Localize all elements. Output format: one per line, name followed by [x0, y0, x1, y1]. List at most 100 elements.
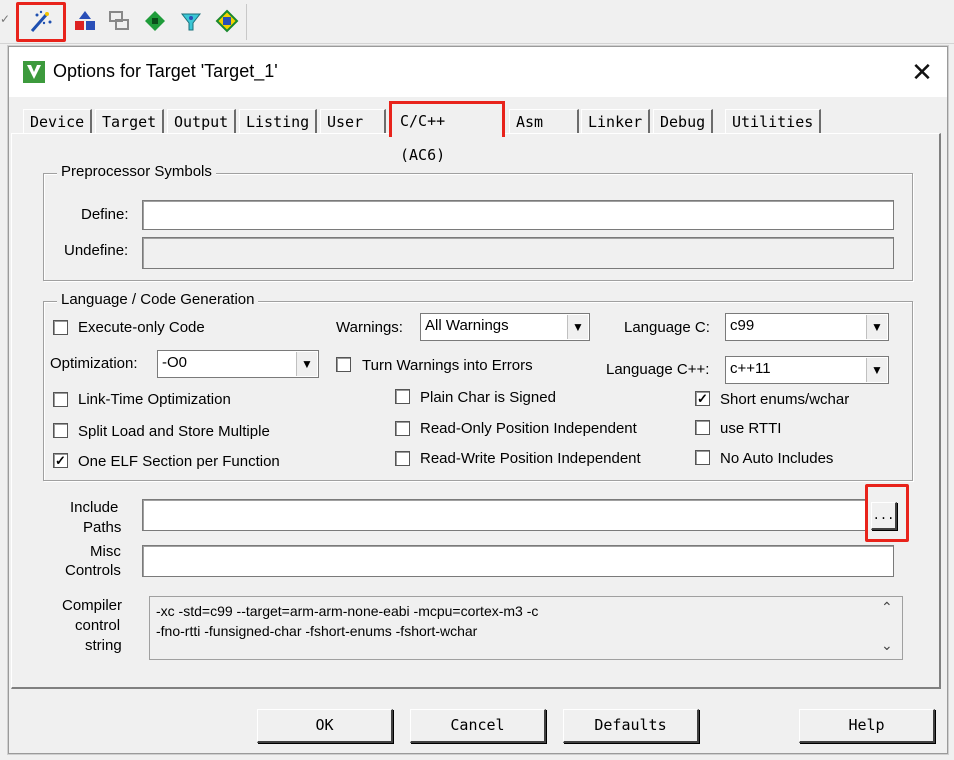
copy-button[interactable]: [104, 6, 134, 36]
chevron-down-icon: ▼: [866, 358, 887, 382]
options-for-target-button[interactable]: [16, 2, 66, 42]
toolbar-separator: [246, 4, 247, 40]
execute-only-checkbox[interactable]: [53, 320, 68, 335]
magic-wand-icon: [30, 10, 52, 32]
include-paths-label-2: Paths: [83, 519, 122, 536]
optimization-value: -O0: [162, 354, 188, 371]
compiler-label-3: string: [85, 637, 122, 654]
tab-linker[interactable]: Linker: [581, 109, 651, 133]
preprocessor-legend: Preprocessor Symbols: [57, 163, 216, 180]
misc-controls-input[interactable]: [142, 545, 894, 577]
title-bar: Options for Target 'Target_1' ✕: [9, 47, 947, 97]
rw-pi-label: Read-Write Position Independent: [420, 450, 641, 467]
ro-pi-label: Read-Only Position Independent: [420, 420, 637, 437]
scroll-up-icon[interactable]: ⌃: [881, 599, 893, 616]
tab-output[interactable]: Output: [167, 109, 237, 133]
tab-target[interactable]: Target: [95, 109, 165, 133]
load-button[interactable]: [70, 6, 100, 36]
short-enums-label: Short enums/wchar: [720, 391, 850, 408]
close-icon: ✕: [911, 57, 933, 87]
language-c-label: Language C:: [624, 319, 710, 336]
warnings-value: All Warnings: [425, 317, 509, 334]
split-load-checkbox[interactable]: [53, 423, 68, 438]
tab-listing[interactable]: Listing: [239, 109, 318, 133]
cancel-button[interactable]: Cancel: [410, 709, 546, 743]
defaults-button[interactable]: Defaults: [563, 709, 699, 743]
compiler-control-string: -xc -std=c99 --target=arm-arm-none-eabi …: [149, 596, 903, 660]
warnings-select[interactable]: All Warnings ▼: [420, 313, 590, 341]
chevron-down-icon: ▼: [567, 315, 588, 339]
compiler-scrollbar[interactable]: ⌃ ⌄: [877, 597, 901, 659]
help-label: Help: [848, 716, 885, 734]
compiler-line-2: -fno-rtti -funsigned-char -fshort-enums …: [156, 623, 478, 639]
warnings-label: Warnings:: [336, 319, 403, 336]
select-software-packs-icon: [180, 13, 202, 31]
language-cpp-select[interactable]: c++11 ▼: [725, 356, 889, 384]
select-software-packs-button[interactable]: [176, 6, 206, 36]
split-load-label: Split Load and Store Multiple: [78, 423, 270, 440]
language-c-select[interactable]: c99 ▼: [725, 313, 889, 341]
copy-icon: [109, 11, 129, 30]
compiler-label-1: Compiler: [62, 597, 123, 614]
pack-installer-button[interactable]: [212, 6, 242, 36]
undefine-label: Undefine:: [64, 242, 129, 259]
define-input[interactable]: [142, 200, 894, 230]
ro-pi-checkbox[interactable]: [395, 421, 410, 436]
toolbar-check-icon: ✓: [0, 12, 11, 26]
browse-include-paths-button[interactable]: ...: [871, 502, 897, 530]
execute-only-label: Execute-only Code: [78, 319, 205, 336]
compiler-line-1: -xc -std=c99 --target=arm-arm-none-eabi …: [156, 603, 539, 619]
no-auto-includes-checkbox[interactable]: [695, 450, 710, 465]
undefine-input[interactable]: [142, 237, 894, 269]
tab-cpp-ac6[interactable]: C/C++ (AC6): [389, 101, 505, 164]
misc-controls-label-1: Misc: [90, 543, 121, 560]
tab-utilities[interactable]: Utilities: [725, 109, 821, 133]
manage-components-button[interactable]: [140, 6, 170, 36]
one-elf-checkbox[interactable]: ✓: [53, 453, 68, 468]
manage-components-icon: [145, 11, 165, 31]
defaults-label: Defaults: [594, 716, 667, 734]
scroll-down-icon[interactable]: ⌄: [881, 637, 893, 654]
cancel-label: Cancel: [450, 716, 505, 734]
include-paths-label-1: Include: [70, 499, 119, 516]
pack-installer-icon: [215, 9, 239, 33]
use-rtti-checkbox[interactable]: [695, 420, 710, 435]
use-rtti-label: use RTTI: [720, 420, 782, 437]
link-time-checkbox[interactable]: [53, 392, 68, 407]
close-button[interactable]: ✕: [907, 57, 937, 87]
optimization-label: Optimization:: [50, 355, 138, 372]
language-cpp-label: Language C++:: [606, 361, 710, 378]
chevron-down-icon: ▼: [866, 315, 887, 339]
language-c-value: c99: [730, 317, 755, 334]
options-dialog: Options for Target 'Target_1' ✕ Device T…: [8, 46, 948, 754]
browse-label: ...: [872, 508, 895, 522]
toolbar: ✓: [0, 0, 954, 44]
ok-button[interactable]: OK: [257, 709, 393, 743]
optimization-select[interactable]: -O0 ▼: [157, 350, 319, 378]
help-button[interactable]: Help: [799, 709, 935, 743]
language-legend: Language / Code Generation: [57, 291, 259, 308]
dialog-title: Options for Target 'Target_1': [53, 61, 278, 81]
compiler-label-2: control: [75, 617, 121, 634]
tab-user[interactable]: User: [320, 109, 386, 133]
define-label: Define:: [81, 206, 129, 223]
turn-warnings-checkbox[interactable]: [336, 357, 351, 372]
one-elf-label: One ELF Section per Function: [78, 453, 280, 470]
load-icon: [75, 11, 95, 30]
include-paths-input[interactable]: [142, 499, 868, 531]
link-time-label: Link-Time Optimization: [78, 391, 231, 408]
tab-device[interactable]: Device: [23, 109, 93, 133]
turn-warnings-label: Turn Warnings into Errors: [362, 357, 533, 374]
chevron-down-icon: ▼: [296, 352, 317, 376]
no-auto-includes-label: No Auto Includes: [720, 450, 834, 467]
misc-controls-label-2: Controls: [65, 562, 121, 579]
rw-pi-checkbox[interactable]: [395, 451, 410, 466]
ok-label: OK: [315, 716, 334, 734]
plain-char-label: Plain Char is Signed: [420, 389, 556, 406]
plain-char-checkbox[interactable]: [395, 389, 410, 404]
language-cpp-value: c++11: [730, 360, 771, 377]
tab-debug[interactable]: Debug: [653, 109, 714, 133]
short-enums-checkbox[interactable]: ✓: [695, 391, 710, 406]
keil-logo-icon: [23, 61, 45, 83]
tab-asm[interactable]: Asm: [509, 109, 579, 133]
